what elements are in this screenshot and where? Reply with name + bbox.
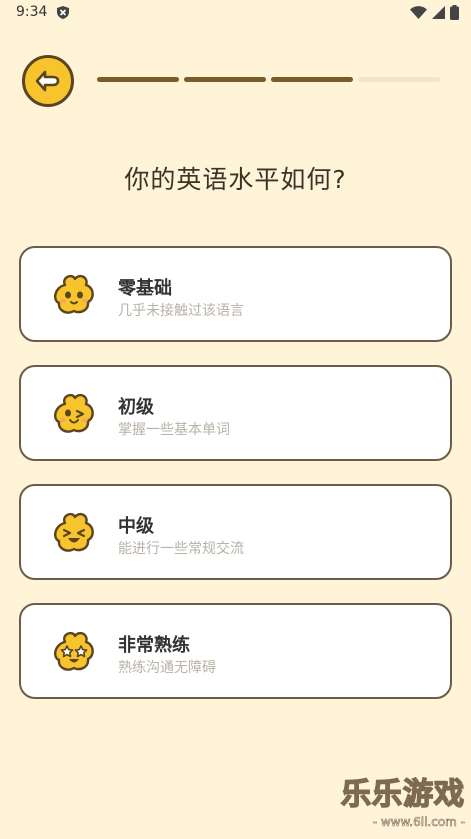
option-title: 初级 bbox=[118, 397, 154, 418]
option-title: 非常熟练 bbox=[118, 635, 190, 656]
back-arrow-icon bbox=[35, 70, 60, 92]
back-button[interactable] bbox=[22, 55, 74, 107]
happy-face-icon bbox=[53, 512, 94, 552]
status-icons bbox=[410, 5, 459, 20]
option-subtitle: 几乎未接触过该语言 bbox=[118, 303, 244, 319]
progress-segment bbox=[358, 77, 440, 82]
option-beginner-zero[interactable]: 零基础 几乎未接触过该语言 bbox=[19, 246, 452, 342]
option-subtitle: 掌握一些基本单词 bbox=[118, 422, 230, 438]
neutral-face-icon bbox=[53, 274, 94, 314]
progress-bar bbox=[97, 77, 440, 82]
watermark-url: - www.6ll.com - bbox=[372, 815, 465, 830]
progress-segment bbox=[97, 77, 179, 82]
watermark: 乐乐游戏 - www.6ll.com - bbox=[340, 769, 465, 830]
app-screen: 9:34 你的英语水平如何? 零基础 几乎未接触过该语言 初级 掌握一些基本单词… bbox=[0, 0, 471, 839]
wifi-icon bbox=[410, 6, 427, 19]
star-eyes-face-icon bbox=[53, 631, 94, 671]
option-fluent[interactable]: 非常熟练 熟练沟通无障碍 bbox=[19, 603, 452, 699]
option-subtitle: 能进行一些常规交流 bbox=[118, 541, 244, 557]
option-subtitle: 熟练沟通无障碍 bbox=[118, 660, 216, 676]
shield-icon bbox=[57, 6, 69, 19]
progress-segment bbox=[271, 77, 353, 82]
status-time: 9:34 bbox=[16, 4, 48, 20]
wink-face-icon bbox=[53, 393, 94, 433]
question-title: 你的英语水平如何? bbox=[124, 165, 347, 194]
watermark-logo-text: 乐乐游戏 bbox=[340, 776, 465, 813]
option-title: 零基础 bbox=[118, 278, 172, 299]
option-intermediate[interactable]: 中级 能进行一些常规交流 bbox=[19, 484, 452, 580]
option-title: 中级 bbox=[118, 516, 154, 537]
battery-icon bbox=[450, 5, 459, 20]
signal-icon bbox=[432, 6, 445, 19]
progress-segment bbox=[184, 77, 266, 82]
status-bar: 9:34 bbox=[0, 0, 471, 26]
option-elementary[interactable]: 初级 掌握一些基本单词 bbox=[19, 365, 452, 461]
